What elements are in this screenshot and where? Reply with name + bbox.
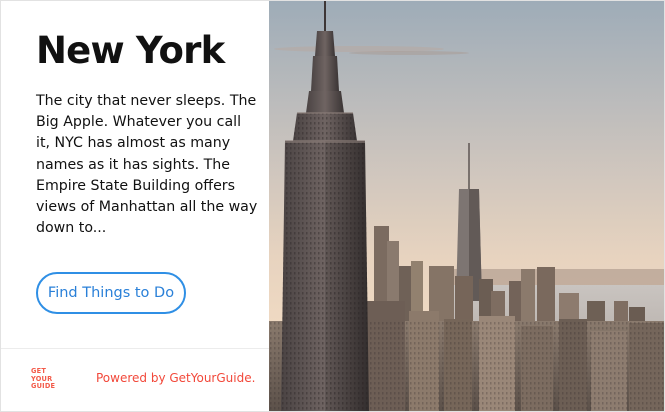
card-content: New York The city that never sleeps. The…	[1, 1, 269, 411]
city-photo	[269, 1, 664, 411]
city-description: The city that never sleeps. The Big Appl…	[36, 93, 258, 237]
guide-card: New York The city that never sleeps. The…	[0, 0, 665, 412]
find-things-to-do-button[interactable]: Find Things to Do	[36, 272, 186, 314]
getyourguide-logo[interactable]: GET YOUR GUIDE	[31, 367, 61, 392]
powered-by-link[interactable]: Powered by GetYourGuide.	[96, 371, 255, 385]
footer-divider	[1, 348, 269, 349]
logo-line-guide: GUIDE	[31, 382, 56, 391]
city-title: New York	[36, 29, 225, 72]
